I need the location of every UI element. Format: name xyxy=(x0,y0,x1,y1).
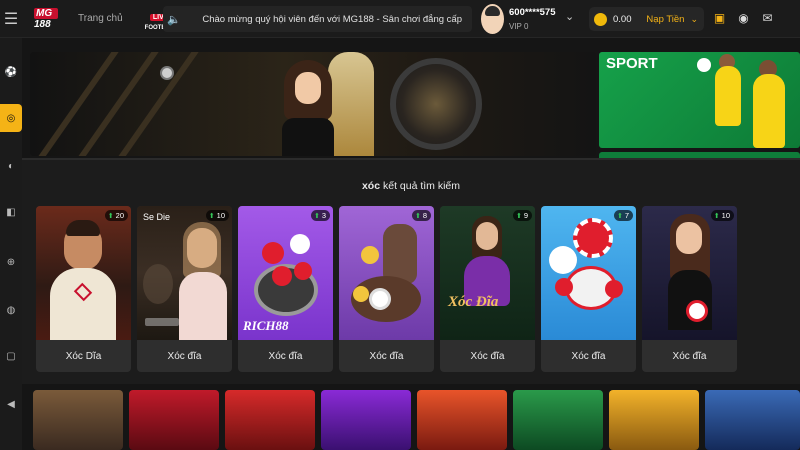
marquee-text: Chào mừng quý hội viên đến với MG188 - S… xyxy=(202,13,462,25)
game-card[interactable]: ⬆ 20 Xóc Dĩa xyxy=(36,206,131,372)
game-tile[interactable] xyxy=(705,390,800,450)
game-title: Xóc đĩa xyxy=(167,350,202,362)
game-tile[interactable] xyxy=(609,390,699,450)
mail-icon[interactable]: ✉ xyxy=(760,10,775,25)
sidebar-lottery-icon[interactable]: ◧ xyxy=(3,204,19,220)
player-count-icon: ⬆ xyxy=(414,212,421,220)
search-keyword: xóc xyxy=(361,180,381,192)
player-image xyxy=(715,66,741,126)
game-title: Xóc đĩa xyxy=(571,350,606,362)
player-count: 8 xyxy=(422,211,427,220)
announcement-marquee: 🔈 Chào mừng quý hội viên đến với MG188 -… xyxy=(163,6,472,32)
logo-bottom-text: 188 xyxy=(34,18,51,30)
roulette-wheel-image xyxy=(390,58,482,150)
game-thumbnail: Se Die xyxy=(137,206,232,340)
deposit-button[interactable]: Nạp Tiền xyxy=(646,14,684,25)
game-thumbnail xyxy=(541,206,636,340)
sidebar-promo-icon[interactable]: ◀ xyxy=(3,396,19,412)
sidebar-live-casino-icon[interactable]: ◎ xyxy=(0,104,22,132)
game-tile[interactable] xyxy=(225,390,315,450)
player-count-badge: ⬆ 8 xyxy=(411,210,431,221)
logo-top-text: MG xyxy=(34,7,58,19)
game-tile[interactable] xyxy=(417,390,507,450)
game-card[interactable]: ⬆ 7 Xóc đĩa xyxy=(541,206,636,372)
sidebar-fish-icon[interactable]: ◍ xyxy=(3,302,19,318)
player-count-icon: ⬆ xyxy=(208,212,215,220)
game-caption: Se Die xyxy=(143,212,171,222)
provider-logo: RICH88 xyxy=(243,318,289,333)
game-tile[interactable] xyxy=(321,390,411,450)
player-count-badge: ⬆ 3 xyxy=(310,210,330,221)
logo[interactable]: MG 188 xyxy=(34,7,58,30)
player-count: 20 xyxy=(115,211,124,220)
player-count: 9 xyxy=(523,211,528,220)
search-results-title: xóc kết quả tìm kiếm xyxy=(22,180,800,192)
player-count: 10 xyxy=(216,211,225,220)
sidebar: ⚽ ◎ ◐ ◧ ⊕ ◍ ▢ ◀ xyxy=(0,38,22,450)
game-tile[interactable] xyxy=(513,390,603,450)
game-thumbnail xyxy=(339,206,434,340)
player-count-icon: ⬆ xyxy=(107,212,114,220)
sport-banner[interactable]: SPORT xyxy=(599,52,800,148)
player-count-icon: ⬆ xyxy=(313,212,320,220)
dealer-image xyxy=(280,60,336,156)
speaker-icon: 🔈 xyxy=(167,13,181,26)
top-icons: ▣ ◉ ✉ xyxy=(712,10,775,25)
wallet: 0.00 Nạp Tiền ⌄ xyxy=(589,7,704,31)
player-count-icon: ⬆ xyxy=(713,212,720,220)
user-vip-level: VIP 0 xyxy=(509,22,529,31)
coin-icon xyxy=(594,12,607,26)
sport-title: SPORT xyxy=(606,55,658,72)
sidebar-chip-icon[interactable]: ◐ xyxy=(3,158,19,174)
player-count-badge: ⬆ 9 xyxy=(512,210,532,221)
player-image xyxy=(753,74,785,148)
game-thumbnail: RICH88 xyxy=(238,206,333,340)
soccer-ball-image xyxy=(697,58,711,72)
player-count-badge: ⬆ 10 xyxy=(710,210,734,221)
game-thumbnail xyxy=(642,206,737,340)
hero-banner[interactable] xyxy=(30,52,596,156)
user-name[interactable]: 600****575 xyxy=(509,7,556,18)
game-thumbnail xyxy=(36,206,131,340)
game-card[interactable]: RICH88 ⬆ 3 Xóc đĩa xyxy=(238,206,333,372)
game-tiles-row xyxy=(30,390,800,450)
game-tile[interactable] xyxy=(129,390,219,450)
player-count: 10 xyxy=(721,211,730,220)
avatar[interactable] xyxy=(481,4,504,34)
player-count-icon: ⬆ xyxy=(616,212,623,220)
game-card[interactable]: Se Die ⬆ 10 Xóc đĩa xyxy=(137,206,232,372)
menu-icon[interactable]: ☰ xyxy=(0,0,22,38)
home-link[interactable]: Trang chủ xyxy=(78,13,123,24)
game-title: Xóc đĩa xyxy=(470,350,505,362)
game-title: Xóc đĩa xyxy=(369,350,404,362)
game-title: Xóc Dĩa xyxy=(65,350,102,362)
gift-icon[interactable]: ▣ xyxy=(712,10,727,25)
sidebar-soccer-icon[interactable]: ⚽ xyxy=(3,64,19,80)
sidebar-card-icon[interactable]: ▢ xyxy=(3,348,19,364)
game-title: Xóc đĩa xyxy=(672,350,707,362)
balance: 0.00 xyxy=(613,13,632,25)
player-count-badge: ⬆ 20 xyxy=(104,210,128,221)
game-card[interactable]: ⬆ 8 Xóc đĩa xyxy=(339,206,434,372)
player-count: 7 xyxy=(624,211,629,220)
game-thumbnail: Xóc Đĩa xyxy=(440,206,535,340)
player-count: 3 xyxy=(321,211,326,220)
search-results-suffix: kết quả tìm kiếm xyxy=(380,180,461,192)
player-count-badge: ⬆ 7 xyxy=(613,210,633,221)
game-card[interactable]: ⬆ 10 Xóc đĩa xyxy=(642,206,737,372)
search-results-panel: xóc kết quả tìm kiếm ⬆ 20 Xóc Dĩa Se Die … xyxy=(22,158,800,384)
support-icon[interactable]: ◉ xyxy=(736,10,751,25)
sidebar-game-icon[interactable]: ⊕ xyxy=(3,254,19,270)
game-title: Xóc đĩa xyxy=(268,350,303,362)
provider-logo: Xóc Đĩa xyxy=(448,294,499,310)
game-card[interactable]: Xóc Đĩa ⬆ 9 Xóc đĩa xyxy=(440,206,535,372)
deposit-chevron-icon[interactable]: ⌄ xyxy=(690,14,698,25)
game-tile[interactable] xyxy=(33,390,123,450)
chevron-down-icon[interactable]: ⌄ xyxy=(565,10,574,23)
chip-decoration xyxy=(160,66,174,80)
player-count-icon: ⬆ xyxy=(515,212,522,220)
player-count-badge: ⬆ 10 xyxy=(205,210,229,221)
